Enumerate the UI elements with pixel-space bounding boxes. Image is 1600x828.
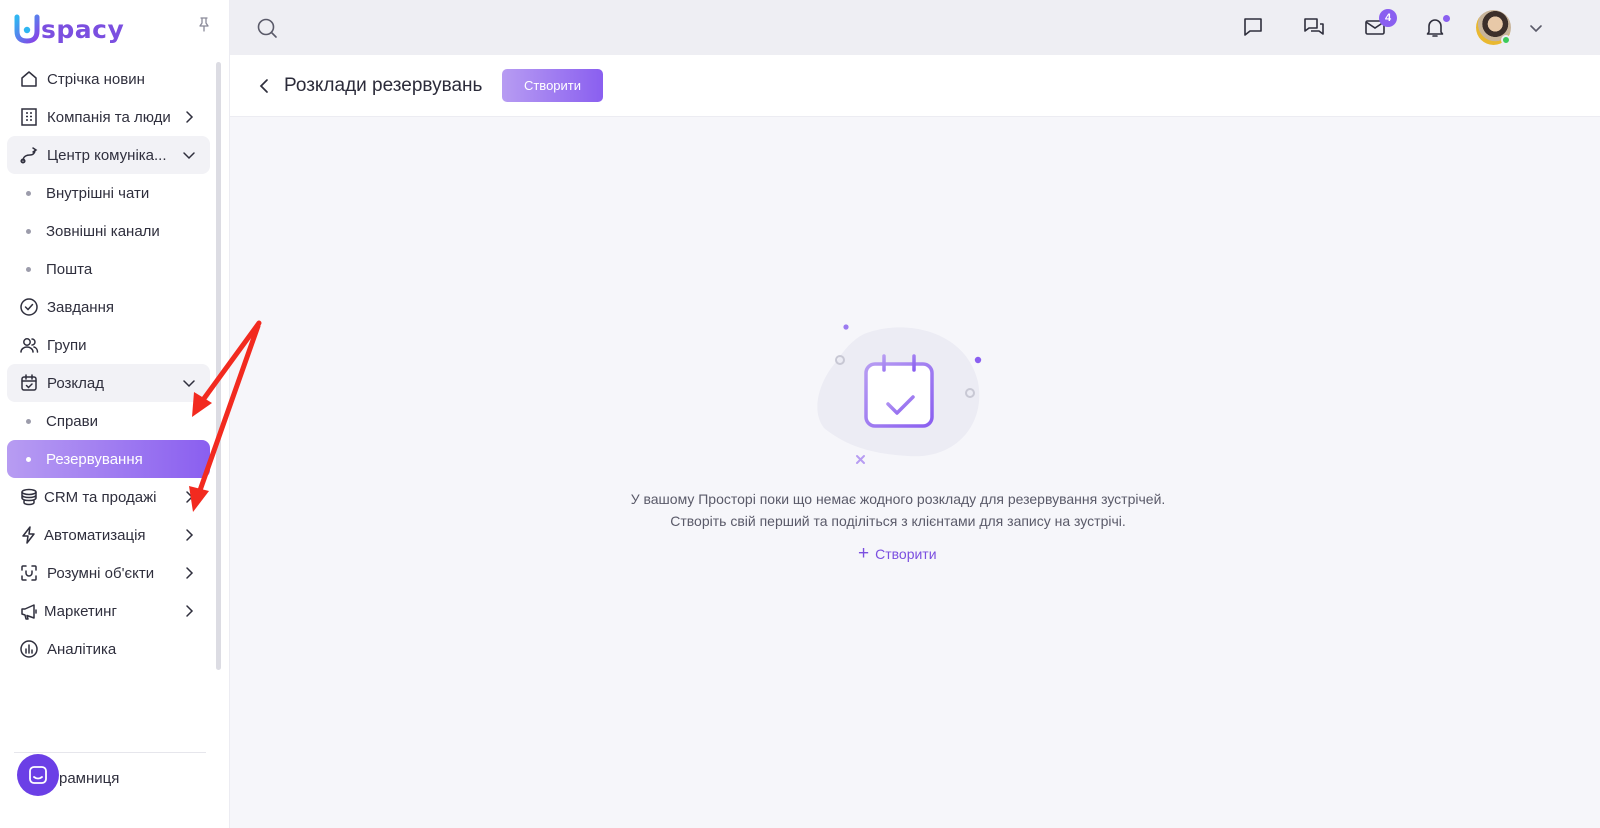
sidebar-item-groups[interactable]: Групи [7, 326, 210, 364]
sidebar-item-label: Компанія та люди [47, 108, 171, 126]
chat-bubble-icon [29, 766, 47, 784]
empty-state-create-label: Створити [875, 546, 937, 562]
calendar-illustration-icon [817, 324, 982, 464]
scan-icon [21, 565, 37, 581]
sidebar-item-label: Розклад [47, 374, 104, 392]
sidebar-subitem-external-channels[interactable]: Зовнішні канали [7, 212, 210, 250]
sidebar-subitem-label: Внутрішні чати [46, 184, 150, 202]
sidebar-subitem-label: Резервування [46, 450, 143, 468]
chevron-right-icon[interactable] [182, 528, 196, 542]
sidebar-subitem-mail[interactable]: Пошта [7, 250, 210, 288]
messages-icon[interactable] [1302, 15, 1326, 39]
sidebar-item-label: Аналітика [47, 640, 117, 658]
lightning-icon [22, 526, 35, 544]
megaphone-icon [21, 604, 37, 620]
bullet-dot [26, 267, 31, 272]
communication-icon [20, 147, 38, 164]
sidebar-item-marketing[interactable]: Маркетинг [7, 592, 210, 630]
chevron-right-icon[interactable] [182, 566, 196, 580]
empty-state-create-link[interactable]: + Створити [858, 543, 937, 564]
support-chat-button[interactable] [17, 754, 59, 796]
logo-text: spacy [41, 14, 125, 44]
create-button[interactable]: Створити [502, 69, 603, 102]
sidebar-item-automation[interactable]: Автоматизація [7, 516, 210, 554]
sidebar-item-label: Стрічка новин [47, 70, 145, 88]
sidebar-item-label: CRM та продажі [44, 488, 157, 506]
chevron-down-icon[interactable] [182, 148, 196, 162]
empty-state-message: У вашому Просторі поки що немає жодного … [500, 488, 1296, 532]
sidebar-item-label: Розумні об'єкти [47, 564, 155, 582]
coins-icon [21, 488, 37, 506]
sidebar-item-crm[interactable]: CRM та продажі [7, 478, 210, 516]
sidebar-item-tasks[interactable]: Завдання [7, 288, 210, 326]
sidebar-divider [14, 752, 206, 753]
sidebar-item-label: Центр комуніка... [47, 146, 167, 164]
logo-mark-icon [14, 14, 40, 44]
sidebar-item-label: Групи [47, 336, 87, 354]
check-circle-icon [20, 298, 38, 316]
chat-icon[interactable] [1241, 15, 1265, 39]
home-icon [21, 71, 37, 87]
chevron-down-icon[interactable] [182, 376, 196, 390]
page-header: Розклади резервувань Створити [230, 55, 1600, 117]
sidebar-item-label: Автоматизація [44, 526, 146, 544]
sidebar-subitem-internal-chats[interactable]: Внутрішні чати [7, 174, 210, 212]
sidebar-subitem-booking[interactable]: Резервування [7, 440, 210, 478]
users-icon [20, 338, 39, 353]
building-icon [21, 108, 37, 126]
chart-icon [20, 640, 38, 658]
online-status-dot [1501, 35, 1511, 45]
sidebar-subitem-label: Пошта [46, 260, 93, 278]
uspacy-logo[interactable]: spacy [14, 12, 124, 46]
sidebar-item-news[interactable]: Стрічка новин [7, 60, 210, 98]
plus-icon: + [858, 543, 870, 564]
page-title: Розклади резервувань [284, 75, 483, 96]
sidebar-item-analytics[interactable]: Аналітика [7, 630, 210, 668]
sidebar-item-schedule[interactable]: Розклад [7, 364, 210, 402]
sidebar-item-company[interactable]: Компанія та люди [7, 98, 210, 136]
sidebar-item-label: Маркетинг [44, 602, 117, 620]
bullet-dot [26, 419, 31, 424]
sidebar-item-smart-objects[interactable]: Розумні об'єкти [7, 554, 210, 592]
bullet-dot [26, 457, 31, 462]
bullet-dot [26, 229, 31, 234]
chevron-down-icon[interactable] [1528, 20, 1544, 36]
calendar-check-icon [21, 374, 37, 391]
sidebar-subitem-label: Зовнішні канали [46, 222, 160, 240]
sidebar-subitem-affairs[interactable]: Справи [7, 402, 210, 440]
sidebar-item-label: Завдання [47, 298, 114, 316]
pin-icon[interactable] [196, 16, 212, 32]
empty-state-line-2: Створіть свій перший та поділіться з клі… [670, 513, 1126, 529]
chevron-right-icon[interactable] [182, 110, 196, 124]
back-arrow-icon[interactable] [256, 77, 272, 95]
chevron-right-icon[interactable] [182, 490, 196, 504]
sidebar-subitem-label: Справи [46, 412, 98, 430]
mail-count-badge: 4 [1379, 9, 1397, 27]
bullet-dot [26, 191, 31, 196]
empty-state-line-1: У вашому Просторі поки що немає жодного … [630, 491, 1166, 507]
sidebar: spacy Стрічка новин Компанія та люди Цен… [0, 0, 230, 828]
notification-dot [1443, 15, 1450, 22]
topbar [230, 0, 1600, 55]
sidebar-item-communication[interactable]: Центр комуніка... [7, 136, 210, 174]
chevron-right-icon[interactable] [182, 604, 196, 618]
sidebar-nav: Стрічка новин Компанія та люди Центр ком… [0, 60, 222, 668]
search-icon[interactable] [256, 17, 278, 39]
sidebar-item-label: рамниця [59, 769, 120, 787]
